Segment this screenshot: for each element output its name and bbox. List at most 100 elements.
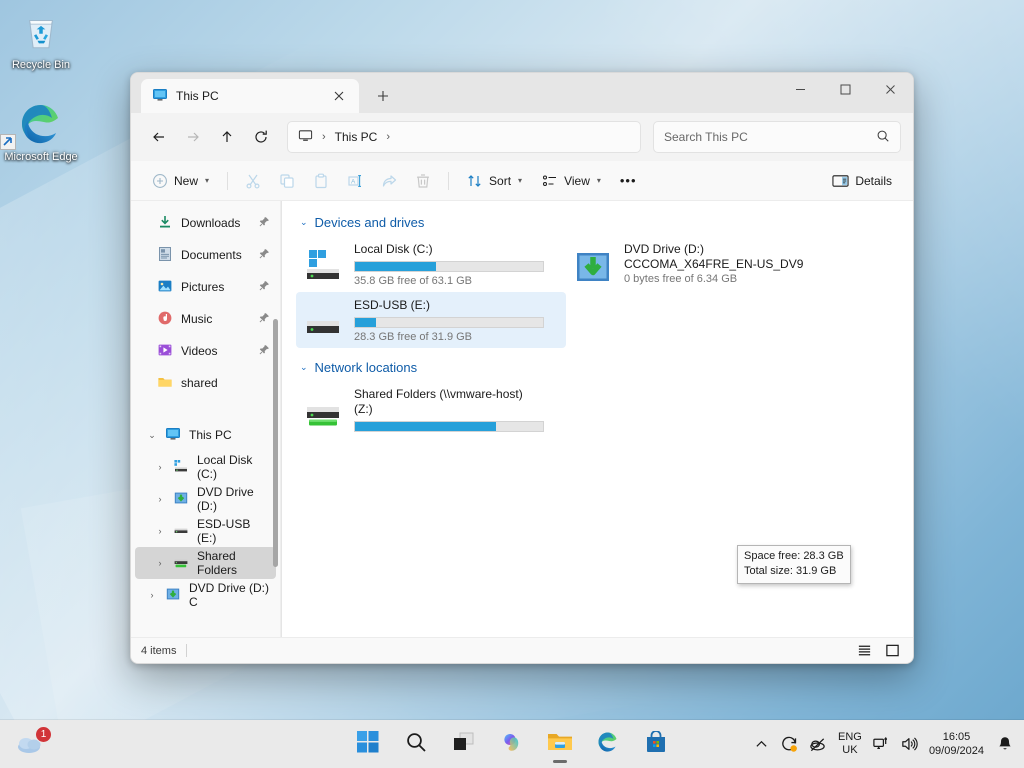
onedrive-disabled-icon[interactable]: [805, 727, 831, 761]
up-button[interactable]: [211, 121, 243, 153]
new-button[interactable]: New ▾: [143, 166, 218, 196]
group-header-network-locations[interactable]: ⌄ Network locations: [290, 356, 913, 381]
navigation-pane[interactable]: Downloads Documents Pictures Music Video…: [131, 201, 281, 637]
tab-this-pc[interactable]: This PC: [141, 79, 359, 113]
address-bar[interactable]: › This PC ›: [287, 121, 641, 153]
file-explorer-window: This PC › This PC › Search This PC New ▾…: [130, 72, 914, 664]
copilot-button[interactable]: [492, 724, 532, 764]
close-button[interactable]: [868, 73, 913, 105]
sidebar-item-esd-usb-e[interactable]: › ESD-USB (E:): [135, 515, 276, 547]
list-view-icon[interactable]: [853, 641, 875, 661]
sidebar-item-shared-folders[interactable]: › Shared Folders: [135, 547, 276, 579]
drive-tile-dvd-drive-d[interactable]: DVD Drive (D:) CCCOMA_X64FRE_EN-US_DV9 0…: [566, 236, 836, 292]
sidebar-item-label: Documents: [181, 248, 242, 262]
chevron-right-icon[interactable]: ›: [153, 558, 167, 568]
sidebar-item-label: Music: [181, 312, 213, 326]
sidebar-scrollbar[interactable]: [273, 319, 278, 567]
file-explorer-button[interactable]: [540, 724, 580, 764]
desktop-icon-microsoft-edge[interactable]: Microsoft Edge: [0, 100, 80, 164]
chevron-right-icon[interactable]: ›: [145, 590, 159, 600]
paste-button[interactable]: [305, 166, 337, 196]
back-button[interactable]: [143, 121, 175, 153]
breadcrumb-separator[interactable]: ›: [386, 131, 390, 143]
pin-icon[interactable]: [259, 312, 270, 326]
sidebar-item-this-pc[interactable]: ⌄ This PC: [135, 419, 276, 451]
start-button[interactable]: [348, 724, 388, 764]
windows-update-icon[interactable]: [777, 727, 803, 761]
sort-button[interactable]: Sort ▾: [458, 166, 531, 196]
chevron-right-icon[interactable]: ›: [153, 462, 167, 472]
tab-close-icon[interactable]: [327, 84, 351, 108]
sidebar-item-label: ESD-USB (E:): [197, 517, 251, 545]
downloads-icon: [157, 214, 173, 233]
this-pc-icon: [298, 128, 313, 146]
language-indicator[interactable]: ENG UK: [833, 731, 867, 757]
drive-tile-shared-folders-z[interactable]: Shared Folders (\\vmware-host) (Z:): [296, 381, 566, 439]
details-pane-button[interactable]: Details: [823, 166, 901, 196]
file-explorer-icon: [547, 731, 573, 758]
cut-button[interactable]: [237, 166, 269, 196]
breadcrumb-this-pc[interactable]: This PC: [335, 130, 378, 144]
view-button[interactable]: View ▾: [533, 166, 610, 196]
task-view-icon: [453, 732, 475, 757]
sidebar-item-dvd-drive-d[interactable]: › DVD Drive (D:): [135, 483, 276, 515]
notifications-bell-icon[interactable]: [992, 727, 1018, 761]
chevron-down-icon: ▾: [205, 176, 210, 185]
videos-icon: [157, 342, 173, 361]
edge-button[interactable]: [588, 724, 628, 764]
rename-button[interactable]: A: [339, 166, 371, 196]
tray-overflow-button[interactable]: [749, 727, 775, 761]
drive-tile-local-disk-c[interactable]: Local Disk (C:) 35.8 GB free of 63.1 GB: [296, 236, 566, 292]
chevron-down-icon[interactable]: ⌄: [145, 430, 159, 441]
chevron-down-icon[interactable]: ⌄: [300, 362, 308, 373]
drive-capacity-text: 28.3 GB free of 31.9 GB: [354, 331, 473, 343]
search-button[interactable]: [396, 724, 436, 764]
sidebar-item-local-disk-c[interactable]: › Local Disk (C:): [135, 451, 276, 483]
sidebar-item-dvd-drive-d-cccoma[interactable]: › DVD Drive (D:) C: [135, 579, 276, 611]
capacity-bar: [354, 317, 544, 328]
sidebar-item-videos[interactable]: Videos: [135, 335, 276, 367]
taskbar-widgets: 1: [8, 724, 56, 764]
details-pane-icon[interactable]: [881, 641, 903, 661]
network-icon[interactable]: [869, 727, 895, 761]
file-list-view[interactable]: ⌄ Devices and drives Local Disk (C:) 35.…: [282, 201, 913, 637]
refresh-button[interactable]: [245, 121, 277, 153]
sidebar-item-shared[interactable]: shared: [135, 367, 276, 399]
clock-button[interactable]: 16:05 09/09/2024: [925, 730, 990, 758]
chevron-down-icon: ▾: [518, 176, 523, 185]
search-box[interactable]: Search This PC: [653, 121, 901, 153]
window-titlebar: This PC: [131, 73, 913, 113]
copy-button[interactable]: [271, 166, 303, 196]
chevron-down-icon[interactable]: ⌄: [300, 217, 308, 228]
maximize-button[interactable]: [823, 73, 868, 105]
sidebar-item-documents[interactable]: Documents: [135, 239, 276, 271]
volume-icon[interactable]: [897, 727, 923, 761]
more-options-button[interactable]: •••: [612, 166, 645, 196]
chevron-right-icon[interactable]: ›: [153, 526, 167, 536]
pin-icon[interactable]: [259, 216, 270, 230]
drive-tile-esd-usb-e[interactable]: ESD-USB (E:) 28.3 GB free of 31.9 GB: [296, 292, 566, 348]
edge-icon: [0, 100, 80, 150]
task-view-button[interactable]: [444, 724, 484, 764]
drive-info: Local Disk (C:) 35.8 GB free of 63.1 GB: [354, 240, 560, 287]
sidebar-item-label: Pictures: [181, 280, 225, 294]
search-icon[interactable]: [876, 129, 890, 146]
desktop-icon-recycle-bin[interactable]: Recycle Bin: [2, 8, 80, 72]
microsoft-store-button[interactable]: [636, 724, 676, 764]
group-header-devices-and-drives[interactable]: ⌄ Devices and drives: [290, 211, 913, 236]
pin-icon[interactable]: [259, 248, 270, 262]
sidebar-item-downloads[interactable]: Downloads: [135, 207, 276, 239]
weather-widget-button[interactable]: 1: [8, 724, 56, 764]
sidebar-item-music[interactable]: Music: [135, 303, 276, 335]
minimize-button[interactable]: [778, 73, 823, 105]
sidebar-item-pictures[interactable]: Pictures: [135, 271, 276, 303]
view-button-label: View: [564, 173, 590, 188]
chevron-right-icon[interactable]: ›: [153, 494, 167, 504]
share-button[interactable]: [373, 166, 405, 196]
new-tab-button[interactable]: [371, 84, 395, 108]
delete-button[interactable]: [407, 166, 439, 196]
pin-icon[interactable]: [259, 344, 270, 358]
pin-icon[interactable]: [259, 280, 270, 294]
forward-button[interactable]: [177, 121, 209, 153]
divider: [448, 171, 450, 190]
